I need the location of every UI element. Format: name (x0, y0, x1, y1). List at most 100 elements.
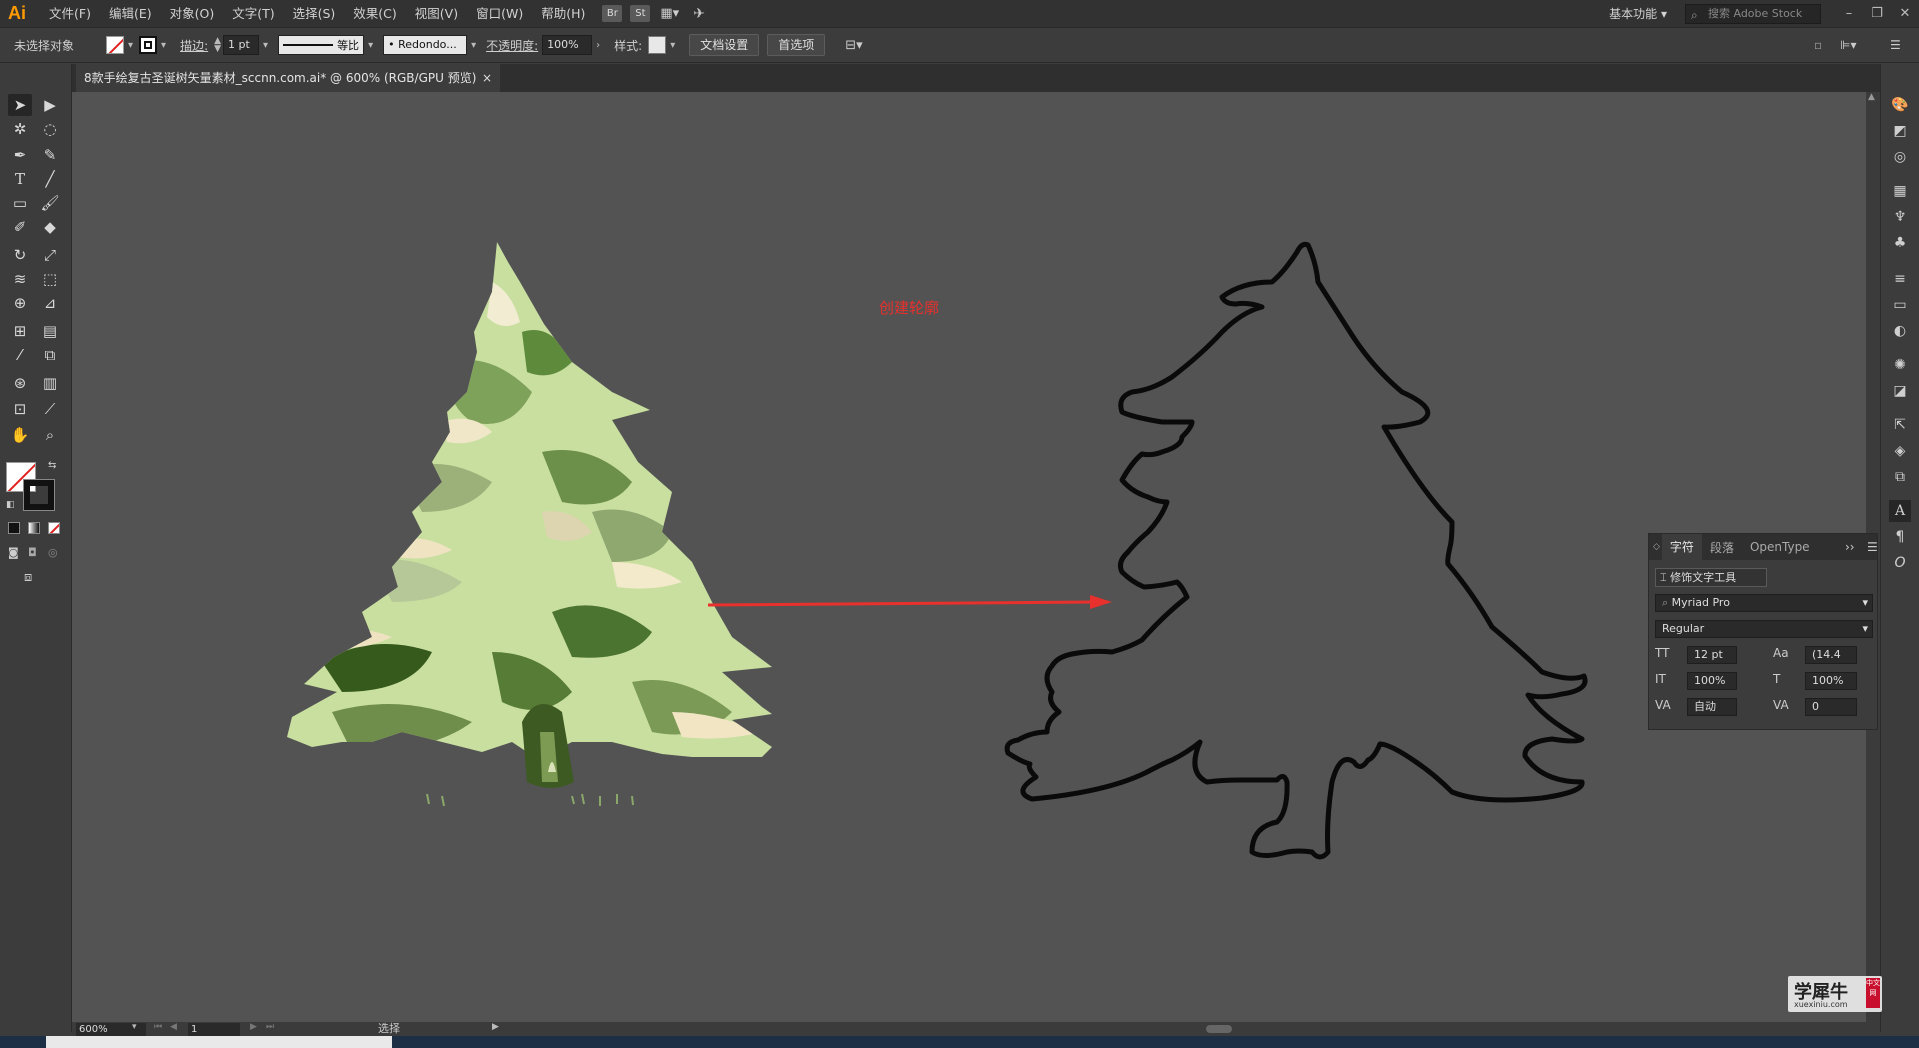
taskbar-search-box[interactable] (46, 1036, 392, 1048)
transparency-icon[interactable]: ◐ (1889, 320, 1911, 342)
column-graph-tool-icon[interactable]: ▥ (38, 372, 62, 394)
fill-swatch[interactable] (106, 36, 124, 54)
menu-view[interactable]: 视图(V) (406, 0, 467, 27)
color-panel-icon[interactable]: 🎨 (1889, 94, 1911, 116)
export-icon[interactable]: ⇱ (1889, 414, 1911, 436)
first-artboard-icon[interactable]: ⏮ (154, 1022, 162, 1032)
perspective-grid-tool-icon[interactable]: ⊿ (38, 292, 62, 314)
menu-help[interactable]: 帮助(H) (532, 0, 594, 27)
font-size-field[interactable]: 12 pt (1687, 646, 1737, 664)
artboards-icon[interactable]: ⧉ (1889, 466, 1911, 488)
gradient-panel-icon[interactable]: ▭ (1889, 294, 1911, 316)
color-guide-icon[interactable]: ◩ (1889, 120, 1911, 142)
tab-character[interactable]: 字符 (1661, 534, 1702, 560)
variable-width-profile[interactable]: 等比 (278, 35, 365, 55)
swatches-icon[interactable]: ▦ (1889, 180, 1911, 202)
symbol-sprayer-tool-icon[interactable]: ⊛ (8, 372, 32, 394)
menu-type[interactable]: 文字(T) (223, 0, 283, 27)
align-icon[interactable]: ⊟▾ (845, 38, 862, 53)
eraser-tool-icon[interactable]: ◆ (38, 216, 62, 238)
swap-colors-icon[interactable]: ⇆ (48, 460, 56, 471)
tab-opentype[interactable]: OpenType (1742, 540, 1818, 554)
outline-tree-path[interactable] (72, 92, 1880, 1022)
previous-artboard-icon[interactable]: ◀ (170, 1022, 177, 1032)
preferences-button[interactable]: 首选项 (767, 34, 826, 56)
current-tool-status[interactable]: 选择 (378, 1022, 400, 1036)
opacity-field[interactable]: 100% (542, 35, 593, 55)
panel-menu-icon[interactable]: ☰ (1859, 540, 1886, 554)
graphic-style-swatch[interactable] (648, 36, 667, 54)
free-transform-tool-icon[interactable]: ⬚ (38, 268, 62, 290)
arrange-documents-icon[interactable]: ▦▾ (660, 6, 679, 21)
pen-tool-icon[interactable]: ✒ (8, 144, 32, 166)
curvature-tool-icon[interactable]: ✎ (38, 144, 62, 166)
paintbrush-tool-icon[interactable]: 🖌 (38, 192, 62, 214)
brush-definition[interactable]: • Redondo... (383, 35, 468, 55)
menu-file[interactable]: 文件(F) (40, 0, 100, 27)
chevron-down-icon[interactable]: ▾ (263, 40, 268, 51)
last-artboard-icon[interactable]: ⏭ (266, 1022, 274, 1032)
tracking-field[interactable]: 0 (1805, 698, 1857, 716)
draw-behind-icon[interactable]: ◘ (28, 546, 37, 559)
shape-builder-tool-icon[interactable]: ⊕ (8, 292, 32, 314)
stroke-weight-field[interactable]: 1 pt (223, 35, 260, 55)
horizontal-scale-field[interactable]: 100% (1805, 672, 1857, 690)
gradient-tool-icon[interactable]: ▤ (38, 320, 62, 342)
menu-edit[interactable]: 编辑(E) (100, 0, 161, 27)
shaper-tool-icon[interactable]: ✐ (8, 216, 32, 238)
mesh-tool-icon[interactable]: ⊞ (8, 320, 32, 342)
screen-mode-icon[interactable]: ⧈ (24, 570, 32, 585)
brushes-icon[interactable]: ♆ (1889, 206, 1911, 228)
chevron-down-icon[interactable]: ▾ (161, 40, 166, 51)
line-tool-icon[interactable]: ╱ (38, 168, 62, 190)
rotate-tool-icon[interactable]: ↻ (8, 244, 32, 266)
color-mode-icon[interactable] (8, 522, 20, 534)
blend-tool-icon[interactable]: ⧉ (38, 344, 62, 366)
slice-tool-icon[interactable]: ⟋ (38, 398, 62, 420)
menu-window[interactable]: 窗口(W) (467, 0, 532, 27)
type-tool-icon[interactable]: T (8, 168, 32, 190)
chevron-down-icon[interactable]: ▾ (670, 40, 675, 51)
stepper-icon[interactable]: ▲ ▼ (214, 37, 221, 54)
artboard-canvas[interactable]: 创建轮廓 (72, 92, 1880, 1022)
panel-toggle-icon[interactable]: ▫ (1814, 38, 1822, 52)
stroke-label[interactable]: 描边: (180, 37, 208, 54)
hand-tool-icon[interactable]: ✋ (8, 424, 32, 446)
kerning-field[interactable]: 自动 (1687, 698, 1737, 716)
artboard-tool-icon[interactable]: ⊡ (8, 398, 32, 420)
chevron-down-icon[interactable]: ▾ (368, 40, 373, 51)
graphic-styles-icon[interactable]: ◪ (1889, 380, 1911, 402)
chevron-down-icon[interactable]: ▾ (471, 40, 476, 51)
close-window-icon[interactable]: ✕ (1891, 6, 1919, 21)
eyedropper-tool-icon[interactable]: ⁄ (8, 344, 32, 366)
chevron-up-icon[interactable]: ▲ (1868, 92, 1875, 102)
stroke-color-box[interactable] (23, 479, 55, 511)
chevron-down-icon[interactable]: ▾ (128, 40, 133, 51)
direct-selection-tool-icon[interactable]: ▶ (38, 94, 62, 116)
opentype-icon[interactable]: O (1889, 552, 1911, 574)
stock-button[interactable]: St (630, 5, 651, 22)
draw-inside-icon[interactable]: ◎ (48, 546, 58, 559)
chevron-down-icon[interactable]: ▾ (132, 1022, 137, 1032)
document-setup-button[interactable]: 文档设置 (689, 34, 760, 56)
warp-tool-icon[interactable]: ≋ (8, 268, 32, 290)
chevron-right-icon[interactable]: ▶ (492, 1022, 499, 1032)
magic-wand-tool-icon[interactable]: ✲ (8, 118, 32, 140)
tab-paragraph[interactable]: 段落 (1702, 539, 1742, 556)
artboard-number-field[interactable]: 1 (188, 1023, 240, 1036)
menu-object[interactable]: 对象(O) (161, 0, 224, 27)
character-panel-icon[interactable]: A (1889, 500, 1911, 522)
selection-tool-icon[interactable]: ➤ (8, 94, 32, 116)
arrange-panels-icon[interactable]: ⊫▾ (1840, 38, 1856, 52)
default-colors-icon[interactable]: ◧ (6, 500, 15, 510)
scroll-thumb[interactable] (1206, 1025, 1232, 1033)
appearance-icon[interactable]: ✺ (1889, 354, 1911, 376)
bridge-button[interactable]: Br (602, 5, 623, 22)
stroke-swatch[interactable] (139, 36, 158, 54)
lasso-tool-icon[interactable]: ◌ (38, 118, 62, 140)
gradient-mode-icon[interactable] (28, 522, 40, 534)
touch-type-button[interactable]: ⌶ 修饰文字工具 (1655, 568, 1767, 587)
stock-search-input[interactable]: ⌕ 搜索 Adobe Stock (1685, 3, 1821, 24)
panel-menu-icon[interactable]: ☰ (1890, 38, 1901, 52)
layers-icon[interactable]: ◈ (1889, 440, 1911, 462)
